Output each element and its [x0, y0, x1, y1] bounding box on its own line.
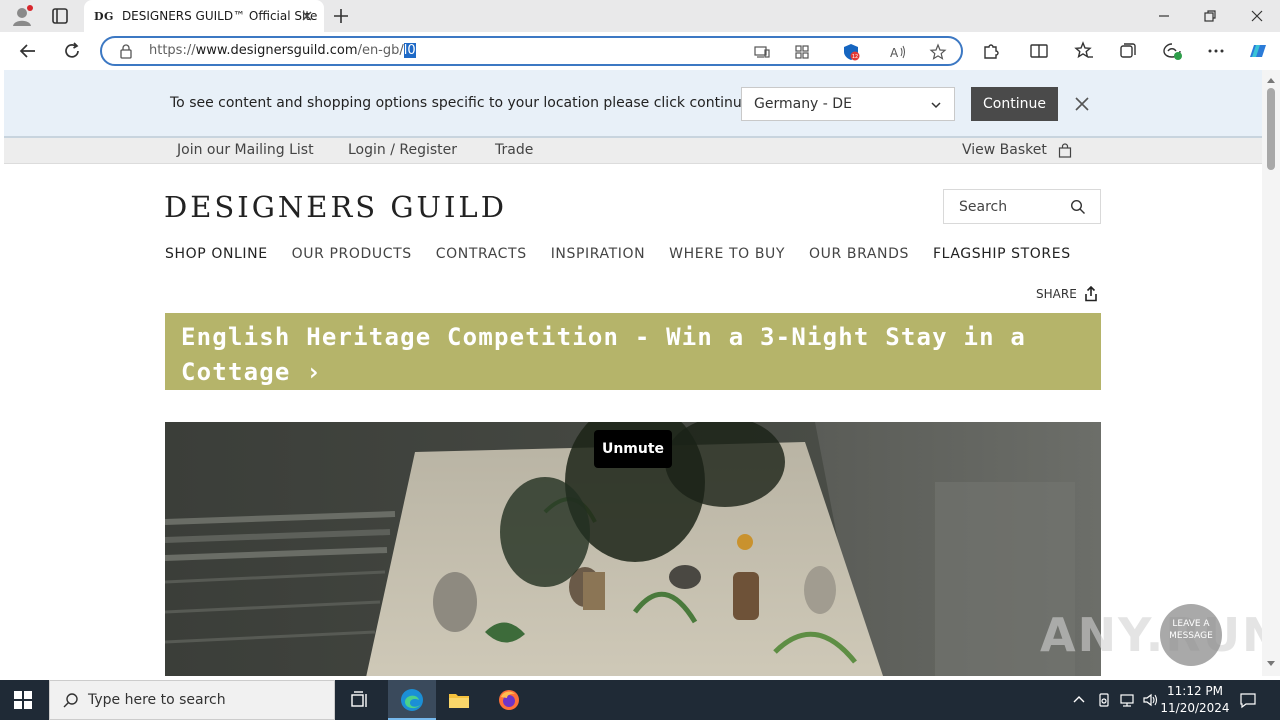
taskbar-search[interactable]: Type here to search	[49, 680, 335, 720]
refresh-icon[interactable]	[61, 40, 83, 62]
nav-our-products[interactable]: OUR PRODUCTS	[292, 246, 412, 262]
copilot-icon[interactable]	[1246, 40, 1268, 62]
country-select[interactable]: Germany - DE	[741, 87, 955, 121]
watermark-logo: ANY.RUN	[1040, 608, 1262, 662]
view-basket-link[interactable]: View Basket	[962, 142, 1047, 158]
minimize-icon[interactable]	[1154, 6, 1174, 26]
url-host: www.designersguild.com	[195, 43, 358, 58]
address-bar[interactable]: https://www.designersguild.com/en-gb/l0 …	[100, 36, 963, 66]
search-icon	[63, 693, 78, 708]
nav-inspiration[interactable]: INSPIRATION	[551, 246, 645, 262]
task-view-icon[interactable]	[348, 688, 372, 712]
promo-banner[interactable]: English Heritage Competition - Win a 3-N…	[165, 313, 1101, 390]
site-logo[interactable]: DESIGNERS GUILD	[164, 190, 507, 224]
login-register-link[interactable]: Login / Register	[348, 142, 457, 158]
tab-title: DESIGNERS GUILD™ Official Site	[121, 9, 318, 23]
scroll-thumb[interactable]	[1267, 88, 1275, 170]
basket-icon[interactable]	[1058, 143, 1072, 158]
url-selection: l0	[403, 43, 416, 58]
browser-toolbar: https://www.designersguild.com/en-gb/l0 …	[0, 32, 1280, 70]
nav-our-brands[interactable]: OUR BRANDS	[809, 246, 909, 262]
favicon-icon: DG	[94, 9, 114, 23]
grid-icon[interactable]	[793, 43, 811, 61]
chevron-down-icon	[931, 102, 941, 109]
url-scheme: https://	[149, 43, 196, 58]
close-icon[interactable]	[1074, 96, 1090, 112]
edge-icon	[401, 689, 423, 711]
browser-essentials-icon[interactable]	[1161, 40, 1183, 62]
nav-shop-online[interactable]: SHOP ONLINE	[165, 246, 268, 262]
location-banner: To see content and shopping options spec…	[4, 70, 1262, 138]
country-value: Germany - DE	[754, 96, 852, 112]
tab-actions-icon[interactable]	[50, 6, 70, 26]
nav-flagship-stores[interactable]: FLAGSHIP STORES	[933, 246, 1071, 262]
firefox-icon[interactable]	[497, 688, 521, 712]
site-search	[943, 189, 1101, 224]
collections-icon[interactable]	[1117, 40, 1139, 62]
new-tab-icon[interactable]	[332, 7, 350, 25]
url-path: /en-gb/	[357, 43, 404, 58]
taskbar-search-placeholder: Type here to search	[88, 692, 226, 708]
unmute-button[interactable]: Unmute	[594, 430, 672, 468]
trade-link[interactable]: Trade	[495, 142, 533, 158]
back-icon[interactable]	[17, 40, 39, 62]
search-icon[interactable]	[1070, 199, 1086, 215]
clock-date: 11/20/2024	[1160, 701, 1230, 715]
split-screen-icon[interactable]	[1028, 40, 1050, 62]
network-icon[interactable]	[1119, 692, 1135, 708]
svg-text:A: A	[890, 46, 899, 60]
read-aloud-icon[interactable]: A	[889, 43, 907, 61]
continue-button[interactable]: Continue	[971, 87, 1058, 121]
main-nav: SHOP ONLINE OUR PRODUCTS CONTRACTS INSPI…	[165, 246, 1095, 262]
favorite-star-icon[interactable]	[929, 43, 947, 61]
extensions-icon[interactable]	[980, 40, 1002, 62]
mailing-list-link[interactable]: Join our Mailing List	[177, 142, 314, 158]
lock-icon[interactable]	[118, 43, 134, 59]
svg-text:12: 12	[852, 54, 858, 60]
app-available-icon[interactable]	[753, 43, 771, 61]
nav-contracts[interactable]: CONTRACTS	[436, 246, 527, 262]
promo-text: English Heritage Competition - Win a 3-N…	[181, 323, 1027, 386]
favorites-icon[interactable]	[1073, 40, 1095, 62]
scroll-up-icon[interactable]	[1266, 76, 1276, 84]
leave-message-button[interactable]: LEAVE A MESSAGE	[1160, 604, 1222, 666]
device-icon[interactable]	[1096, 692, 1112, 708]
edge-taskbar-button[interactable]	[388, 680, 436, 720]
clock-time: 11:12 PM	[1167, 684, 1223, 698]
page-viewport: To see content and shopping options spec…	[4, 70, 1262, 676]
close-tab-icon[interactable]	[300, 9, 314, 23]
more-menu-icon[interactable]	[1205, 40, 1227, 62]
system-clock[interactable]: 11:12 PM 11/20/2024	[1160, 683, 1230, 717]
volume-icon[interactable]	[1142, 692, 1158, 708]
share-icon[interactable]	[1084, 286, 1098, 302]
windows-start-icon[interactable]	[14, 691, 32, 709]
browser-titlebar: DG DESIGNERS GUILD™ Official Site	[0, 0, 1280, 32]
url-text[interactable]: https://www.designersguild.com/en-gb/l0	[149, 43, 416, 58]
search-input[interactable]	[944, 190, 1062, 223]
scroll-down-icon[interactable]	[1266, 660, 1276, 668]
nav-where-to-buy[interactable]: WHERE TO BUY	[669, 246, 785, 262]
share-label[interactable]: SHARE	[1036, 287, 1077, 301]
file-explorer-icon[interactable]	[447, 688, 471, 712]
chevron-up-icon[interactable]	[1071, 692, 1087, 708]
browser-tab[interactable]: DG DESIGNERS GUILD™ Official Site	[84, 0, 324, 32]
tracking-prevention-icon[interactable]: 12	[842, 43, 860, 61]
close-window-icon[interactable]	[1247, 6, 1267, 26]
notifications-icon[interactable]	[1239, 691, 1257, 709]
taskbar: Type here to search 11:12 PM 11/20/2024	[0, 680, 1280, 720]
hero-video[interactable]: Unmute	[165, 422, 1101, 676]
profile-icon[interactable]	[11, 5, 33, 27]
location-message: To see content and shopping options spec…	[170, 95, 751, 111]
utility-nav: Join our Mailing List Login / Register T…	[4, 138, 1262, 164]
restore-icon[interactable]	[1200, 6, 1220, 26]
page-scrollbar[interactable]	[1262, 70, 1280, 676]
